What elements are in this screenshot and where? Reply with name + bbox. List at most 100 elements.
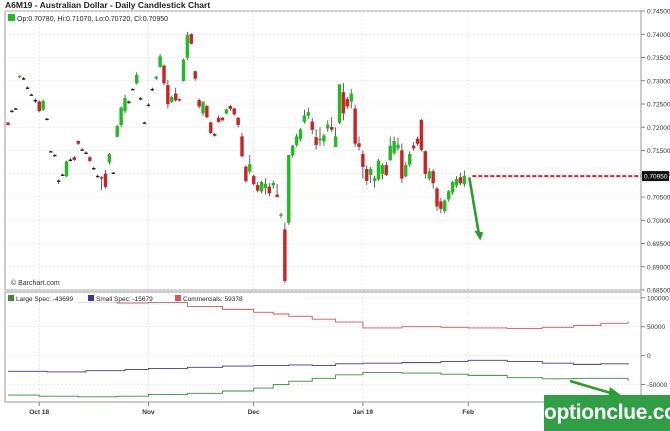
candle-body: [64, 161, 69, 177]
candle-body: [189, 34, 194, 44]
candle: [419, 118, 424, 152]
cot-tick-label: 0: [647, 353, 651, 360]
candle-body: [72, 157, 77, 161]
candle-body: [369, 168, 373, 175]
candle-body: [228, 106, 233, 109]
candle: [244, 165, 248, 184]
candle-body: [37, 101, 41, 112]
candle-body: [99, 177, 104, 179]
candle-body: [14, 108, 18, 110]
candle-body: [298, 129, 303, 140]
candle-body: [431, 171, 435, 184]
x-tick-label: Nov: [142, 409, 155, 416]
candle-body: [255, 185, 260, 191]
candle-body: [306, 112, 310, 116]
candle: [189, 33, 194, 45]
candle-body: [131, 88, 135, 91]
candle-body: [18, 75, 22, 78]
candle-body: [220, 117, 225, 121]
candle-body: [408, 154, 412, 165]
candle-body: [41, 101, 45, 110]
candle: [259, 180, 264, 194]
x-tick-label: Feb: [462, 409, 474, 416]
candle-body: [134, 74, 139, 84]
candle-body: [357, 143, 361, 147]
candle-body: [291, 145, 295, 156]
candle-body: [177, 99, 182, 101]
candle-body: [318, 138, 322, 141]
candle-body: [60, 174, 65, 176]
candle-body: [267, 186, 271, 194]
candle-body: [287, 154, 291, 223]
candle: [41, 99, 45, 111]
watermark-logo[interactable]: optionclue.com: [544, 395, 670, 431]
candle-body: [384, 165, 388, 175]
candle-body: [423, 151, 427, 174]
candle-body: [330, 127, 334, 130]
candle-body: [443, 200, 447, 212]
candle: [185, 31, 190, 60]
candle-body: [435, 188, 439, 207]
candle-body: [123, 98, 127, 112]
price-tick-label: 0.72000: [647, 125, 670, 132]
candle-body: [205, 106, 209, 118]
candle: [181, 58, 186, 82]
candle-body: [271, 182, 275, 186]
cot-tick-label: -50000: [647, 382, 668, 389]
cot-legend-label: Small Spec: -15679: [96, 296, 153, 303]
candle-body: [154, 76, 158, 79]
candle-body: [322, 135, 326, 142]
price-tick-label: 0.74500: [647, 9, 670, 16]
candle-body: [353, 108, 357, 144]
cot-legend-swatch: [88, 295, 94, 301]
price-tick-label: 0.69000: [647, 264, 670, 271]
candle-body: [236, 117, 240, 126]
candle: [209, 121, 213, 135]
candle-body: [279, 214, 283, 216]
price-tick-label: 0.70500: [647, 195, 670, 202]
candle-body: [240, 136, 244, 157]
candle-body: [392, 140, 396, 154]
candle-body: [84, 152, 88, 155]
candle-body: [181, 59, 186, 81]
candle: [283, 222, 287, 284]
candle-body: [92, 167, 96, 170]
candle-body: [185, 34, 190, 58]
candle: [64, 160, 69, 178]
candle-body: [310, 121, 314, 130]
candle-body: [400, 150, 404, 179]
candle-body: [45, 118, 49, 121]
ohlc-legend-swatch: [8, 14, 15, 21]
candle-body: [337, 84, 342, 123]
candle-body: [170, 96, 174, 102]
candle-body: [314, 137, 318, 146]
candle-body: [372, 178, 377, 181]
cot-candlestick-chart: A6M19 - Australian Dollar - Daily Candle…: [0, 0, 670, 431]
candle-body: [462, 175, 466, 185]
candle: [376, 158, 381, 181]
price-tick-label: 0.68500: [647, 288, 670, 295]
candle: [115, 124, 119, 138]
price-tick-label: 0.71500: [647, 148, 670, 155]
cot-tick-label: 50000: [647, 324, 665, 331]
candle: [162, 64, 166, 86]
candle-body: [53, 154, 57, 157]
candle-body: [209, 122, 213, 134]
candle-body: [68, 159, 73, 162]
cot-tick-label: 100000: [647, 295, 669, 302]
candle-body: [380, 165, 385, 174]
candle: [287, 154, 291, 225]
candle-body: [294, 136, 299, 146]
candle-body: [376, 160, 381, 180]
candle-body: [411, 145, 416, 149]
candle: [353, 104, 357, 147]
x-tick-label: Oct 18: [29, 409, 49, 416]
price-tick-label: 0.72500: [647, 102, 670, 109]
price-tick-label: 0.69500: [647, 241, 670, 248]
candle-body: [232, 108, 236, 115]
candle-body: [396, 144, 400, 149]
cot-legend-label: Commercials: 59378: [183, 296, 243, 303]
candle-body: [302, 115, 307, 122]
candle-body: [427, 171, 431, 179]
candle-body: [57, 180, 61, 182]
